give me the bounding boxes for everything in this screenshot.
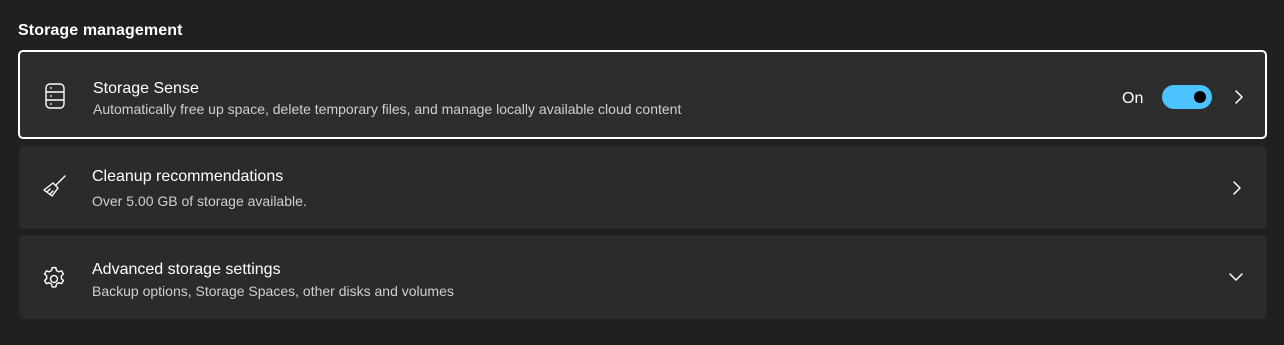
- advanced-title: Advanced storage settings: [92, 261, 281, 278]
- server-storage-icon: [42, 83, 68, 109]
- chevron-right-icon[interactable]: [1229, 180, 1245, 196]
- storage-sense-title: Storage Sense: [93, 80, 199, 97]
- toggle-knob: [1194, 91, 1206, 103]
- cleanup-subtitle: Over 5.00 GB of storage available.: [92, 193, 307, 209]
- storage-sense-toggle[interactable]: [1162, 85, 1212, 109]
- storage-sense-subtitle: Automatically free up space, delete temp…: [93, 101, 682, 117]
- advanced-storage-settings-card[interactable]: Advanced storage settings Backup options…: [19, 235, 1266, 319]
- storage-management-page: Storage management Storage Sense Automat…: [0, 0, 1284, 345]
- broom-icon: [41, 174, 67, 200]
- gear-icon: [41, 266, 67, 292]
- storage-sense-card[interactable]: Storage Sense Automatically free up spac…: [18, 50, 1267, 139]
- cleanup-recommendations-card[interactable]: Cleanup recommendations Over 5.00 GB of …: [19, 146, 1266, 229]
- chevron-right-icon[interactable]: [1231, 89, 1247, 105]
- chevron-down-icon[interactable]: [1228, 269, 1244, 285]
- toggle-state-label: On: [1122, 90, 1144, 107]
- cleanup-title: Cleanup recommendations: [92, 168, 284, 185]
- section-title: Storage management: [18, 22, 183, 39]
- advanced-subtitle: Backup options, Storage Spaces, other di…: [92, 283, 454, 299]
